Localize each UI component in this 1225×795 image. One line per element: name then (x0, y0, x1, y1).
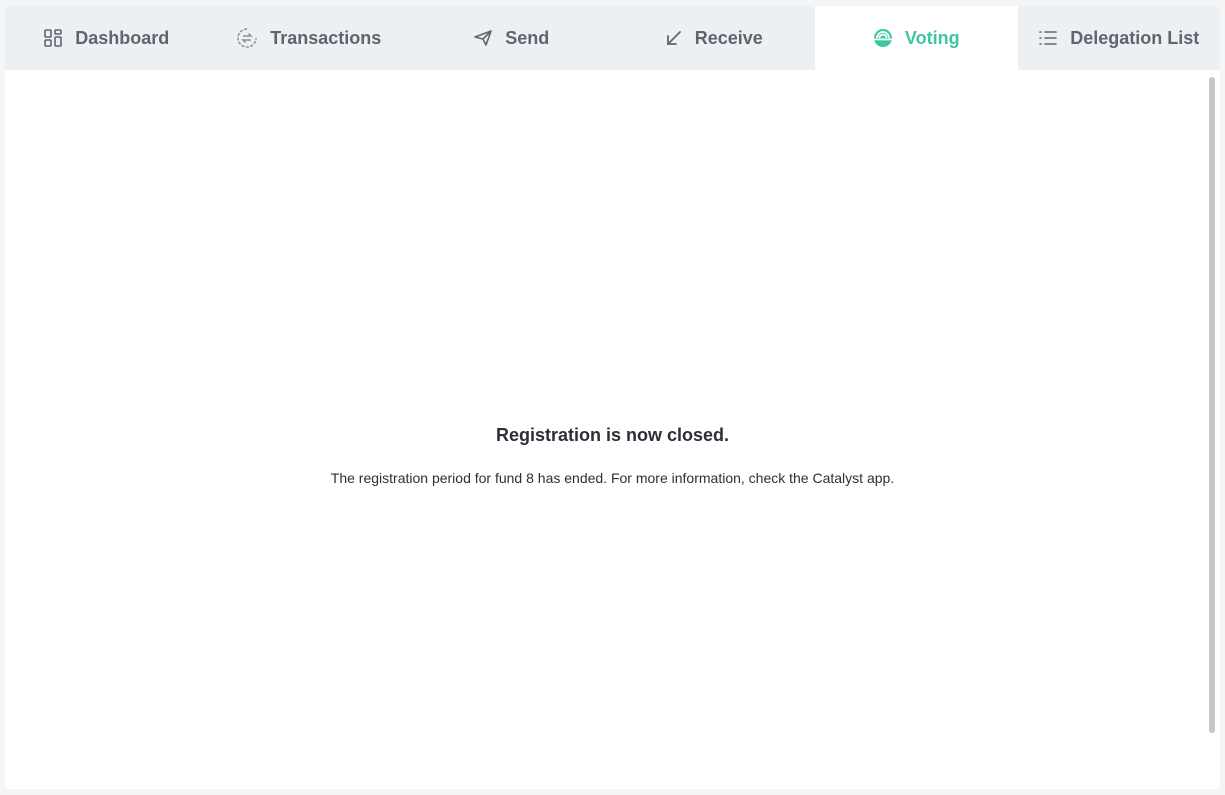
message-title: Registration is now closed. (495, 425, 730, 445)
tab-transactions[interactable]: Transactions (208, 6, 411, 70)
tab-delegation-list-label: Delegation List (1070, 27, 1200, 48)
tab-delegation-list[interactable]: Delegation List (1018, 6, 1221, 70)
tab-dashboard-label: Dashboard (75, 27, 170, 48)
send-icon (473, 28, 493, 48)
tab-receive-label: Receive (694, 27, 763, 48)
voting-icon (873, 28, 893, 48)
tab-dashboard[interactable]: Dashboard (5, 6, 208, 70)
tab-receive[interactable]: Receive (613, 6, 816, 70)
transactions-icon (236, 27, 258, 49)
voting-content: Registration is now closed. The registra… (5, 70, 1220, 789)
tab-transactions-label: Transactions (270, 27, 382, 48)
tab-send-label: Send (505, 27, 550, 48)
dashboard-icon (43, 28, 63, 48)
receive-icon (665, 29, 683, 47)
scrollbar-thumb[interactable] (1209, 77, 1215, 733)
list-icon (1038, 29, 1058, 47)
tab-voting-label: Voting (904, 27, 960, 48)
tab-voting[interactable]: Voting (815, 6, 1018, 70)
scrollbar[interactable] (1209, 77, 1215, 733)
registration-closed-message: Registration is now closed. The registra… (5, 425, 1220, 486)
wallet-panel: Dashboard Transactions Send Receive Voti… (5, 6, 1220, 789)
message-description: The registration period for fund 8 has e… (330, 470, 895, 486)
tab-bar: Dashboard Transactions Send Receive Voti… (5, 6, 1220, 70)
tab-send[interactable]: Send (410, 6, 613, 70)
